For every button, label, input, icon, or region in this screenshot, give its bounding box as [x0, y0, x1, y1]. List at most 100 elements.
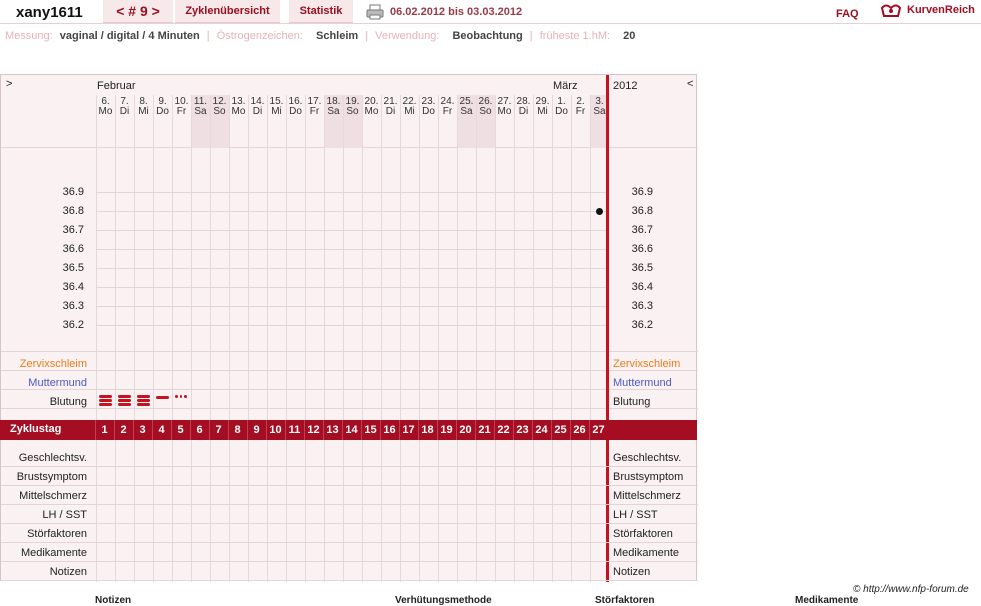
- day-header[interactable]: 17. Fr: [305, 95, 324, 148]
- day-weekday: Sa: [327, 106, 340, 117]
- temp-label: 36.3: [62, 300, 84, 312]
- row-label-muttermund: Muttermund: [28, 377, 87, 389]
- row-label-bottom: Medikamente: [20, 547, 87, 559]
- day-header[interactable]: 20. Mo: [362, 95, 381, 148]
- cycle-day-number: 13: [326, 424, 339, 436]
- temp-label: 36.9: [62, 186, 84, 198]
- grid-vline: [476, 95, 477, 582]
- row-label-bottom: Notizen: [49, 566, 87, 578]
- row-label-zervixschleim-right: Zervixschleim: [613, 358, 681, 370]
- cycle-day-number: 5: [177, 424, 184, 436]
- bleeding-marker[interactable]: [118, 395, 131, 406]
- temp-label: 36.4: [62, 281, 84, 293]
- day-weekday: Do: [156, 106, 169, 117]
- day-header[interactable]: 6. Mo: [96, 95, 115, 148]
- day-header[interactable]: 13. Mo: [229, 95, 248, 148]
- day-header[interactable]: 18. Sa: [324, 95, 343, 148]
- day-header[interactable]: 1. Do: [552, 95, 571, 148]
- brand-name[interactable]: KurvenReich: [907, 4, 975, 16]
- nav-right-arrow[interactable]: <: [687, 78, 693, 90]
- cycle-day-number: 12: [307, 424, 320, 436]
- row-separator: [1, 542, 698, 543]
- row-separator: [1, 523, 698, 524]
- cycle-day-separator: [342, 420, 343, 440]
- cycle-day-separator: [494, 420, 495, 440]
- cycle-day-separator: [209, 420, 210, 440]
- cycle-day-separator: [532, 420, 533, 440]
- day-header[interactable]: 19. So: [343, 95, 362, 148]
- year-label: 2012: [613, 80, 638, 92]
- cycle-day-number: 11: [288, 424, 301, 436]
- tab-zyklenuebersicht[interactable]: Zyklenübersicht: [175, 0, 280, 23]
- day-weekday: Sa: [194, 106, 207, 117]
- day-header[interactable]: 26. So: [476, 95, 495, 148]
- day-weekday: Mo: [98, 106, 113, 117]
- day-header[interactable]: 28. Di: [514, 95, 533, 148]
- day-header[interactable]: 25. Sa: [457, 95, 476, 148]
- day-header[interactable]: 11. Sa: [191, 95, 210, 148]
- day-header[interactable]: 29. Mi: [533, 95, 552, 148]
- grid-vline: [362, 95, 363, 582]
- row-separator: [1, 408, 698, 409]
- day-header[interactable]: 15. Mi: [267, 95, 286, 148]
- grid-vline: [438, 95, 439, 582]
- day-weekday: Fr: [309, 106, 320, 117]
- cycle-day-separator: [475, 420, 476, 440]
- cycle-day-separator: [323, 420, 324, 440]
- cycle-chart: > Februar März 2012 < 6. Mo 7. Di 8. Mi 9. Do 10…: [0, 74, 698, 582]
- day-weekday: Fr: [575, 106, 586, 117]
- cycle-day-number: 3: [139, 424, 146, 436]
- grid-vline: [514, 95, 515, 582]
- grid-vline: [210, 95, 211, 582]
- copyright[interactable]: © http://www.nfp-forum.de: [853, 584, 969, 595]
- bleeding-marker[interactable]: [156, 396, 169, 399]
- day-header[interactable]: 7. Di: [115, 95, 134, 148]
- day-header[interactable]: 10. Fr: [172, 95, 191, 148]
- grid-vline: [153, 95, 154, 582]
- day-header[interactable]: 21. Di: [381, 95, 400, 148]
- print-icon[interactable]: [366, 4, 384, 20]
- brand-logo-icon[interactable]: [880, 2, 902, 20]
- grid-vline: [286, 95, 287, 582]
- cycle-day-number: 27: [592, 424, 605, 436]
- faq-link[interactable]: FAQ: [836, 8, 859, 20]
- bleeding-marker[interactable]: [175, 395, 188, 398]
- day-header[interactable]: 14. Di: [248, 95, 267, 148]
- cycle-day-separator: [304, 420, 305, 440]
- day-weekday: Do: [555, 106, 568, 117]
- day-header[interactable]: 23. Do: [419, 95, 438, 148]
- cycle-day-number: 17: [402, 424, 415, 436]
- grid-vline: [324, 95, 325, 582]
- day-header[interactable]: 12. So: [210, 95, 229, 148]
- day-header[interactable]: 24. Fr: [438, 95, 457, 148]
- cycle-day-separator: [380, 420, 381, 440]
- day-header[interactable]: 9. Do: [153, 95, 172, 148]
- grid-vline: [96, 95, 97, 582]
- temperature-point[interactable]: [596, 208, 603, 215]
- tab-statistik[interactable]: Statistik: [289, 0, 353, 23]
- day-header[interactable]: 16. Do: [286, 95, 305, 148]
- day-header[interactable]: 2. Fr: [571, 95, 590, 148]
- cycle-day-separator: [114, 420, 115, 440]
- cycle-day-number: 14: [345, 424, 358, 436]
- temp-label-right: 36.4: [631, 281, 653, 293]
- cycle-nav[interactable]: < # 9 >: [103, 0, 173, 23]
- temp-label: 36.7: [62, 224, 84, 236]
- row-separator: [1, 561, 698, 562]
- grid-vline: [571, 95, 572, 582]
- day-header[interactable]: 8. Mi: [134, 95, 153, 148]
- cycle-day-number: 25: [554, 424, 567, 436]
- cycle-day-number: 24: [535, 424, 548, 436]
- bleeding-marker[interactable]: [99, 395, 112, 406]
- nav-left-arrow[interactable]: >: [6, 78, 12, 90]
- cycle-day-number: 2: [120, 424, 127, 436]
- grid-vline: [400, 95, 401, 582]
- temp-label: 36.8: [62, 205, 84, 217]
- temp-gridline: [96, 325, 608, 326]
- bleeding-marker[interactable]: [137, 395, 150, 406]
- cycle-day-separator: [399, 420, 400, 440]
- row-label-bottom: Mittelschmerz: [19, 490, 87, 502]
- day-header[interactable]: 22. Mi: [400, 95, 419, 148]
- day-header[interactable]: 27. Mo: [495, 95, 514, 148]
- day-weekday: Do: [289, 106, 302, 117]
